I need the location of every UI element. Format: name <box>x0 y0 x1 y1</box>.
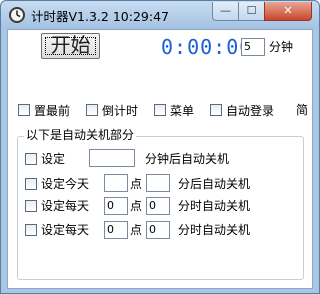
today-minute-input[interactable] <box>146 174 170 192</box>
menu-checkbox[interactable] <box>154 104 166 116</box>
row1-label: 设定 <box>41 152 66 166</box>
row1-suffix: 分钟后自动关机 <box>145 152 230 166</box>
app-window: 计时器V1.3.2 10:29:47 — ☐ ✕ 开始 0:00:00 5 分钟… <box>0 0 320 294</box>
clock-app-icon <box>9 7 25 23</box>
row2-label: 设定今天 <box>41 177 90 191</box>
close-button[interactable]: ✕ <box>264 2 312 21</box>
row2-suffix: 分后自动关机 <box>178 177 251 191</box>
clock-display: 0:00:00 <box>161 35 253 59</box>
minimize-button[interactable]: — <box>212 2 239 21</box>
shutdown-daily-checkbox-1[interactable] <box>25 200 37 212</box>
daily2-minute-input[interactable]: 0 <box>146 221 170 239</box>
shutdown-group-title: 以下是自动关机部分 <box>24 128 137 142</box>
start-button[interactable]: 开始 <box>41 33 100 59</box>
daily1-minute-input[interactable]: 0 <box>146 197 170 215</box>
shutdown-after-minutes-checkbox[interactable] <box>25 153 37 165</box>
row3-point: 点 <box>130 199 143 213</box>
shutdown-minutes-input[interactable] <box>89 149 135 167</box>
menu-label: 菜单 <box>170 104 195 118</box>
client-area: 开始 0:00:00 5 分钟 置最前 倒计时 菜单 自动登录 简 以下是自动关… <box>7 29 313 289</box>
daily1-hour-input[interactable]: 0 <box>104 197 128 215</box>
row4-label: 设定每天 <box>41 223 90 237</box>
today-hour-input[interactable] <box>104 174 128 192</box>
title-bar[interactable]: 计时器V1.3.2 10:29:47 — ☐ ✕ <box>1 1 319 29</box>
countdown-checkbox[interactable] <box>86 104 98 116</box>
topmost-checkbox[interactable] <box>18 104 30 116</box>
countdown-label: 倒计时 <box>102 104 139 118</box>
autologin-label: 自动登录 <box>226 104 275 118</box>
shutdown-daily-checkbox-2[interactable] <box>25 224 37 236</box>
minutes-unit-label: 分钟 <box>269 40 294 54</box>
autologin-checkbox[interactable] <box>210 104 222 116</box>
row4-point: 点 <box>130 223 143 237</box>
maximize-button[interactable]: ☐ <box>238 2 265 21</box>
simplified-toggle[interactable]: 简 <box>296 103 308 117</box>
daily2-hour-input[interactable]: 0 <box>104 221 128 239</box>
shutdown-today-checkbox[interactable] <box>25 178 37 190</box>
window-title: 计时器V1.3.2 10:29:47 <box>31 9 169 24</box>
minutes-input[interactable]: 5 <box>241 38 265 56</box>
row3-label: 设定每天 <box>41 199 90 213</box>
focus-rect <box>45 37 96 55</box>
row3-suffix: 分时自动关机 <box>178 199 251 213</box>
row4-suffix: 分时自动关机 <box>178 223 251 237</box>
topmost-label: 置最前 <box>34 104 71 118</box>
row2-point: 点 <box>130 177 143 191</box>
